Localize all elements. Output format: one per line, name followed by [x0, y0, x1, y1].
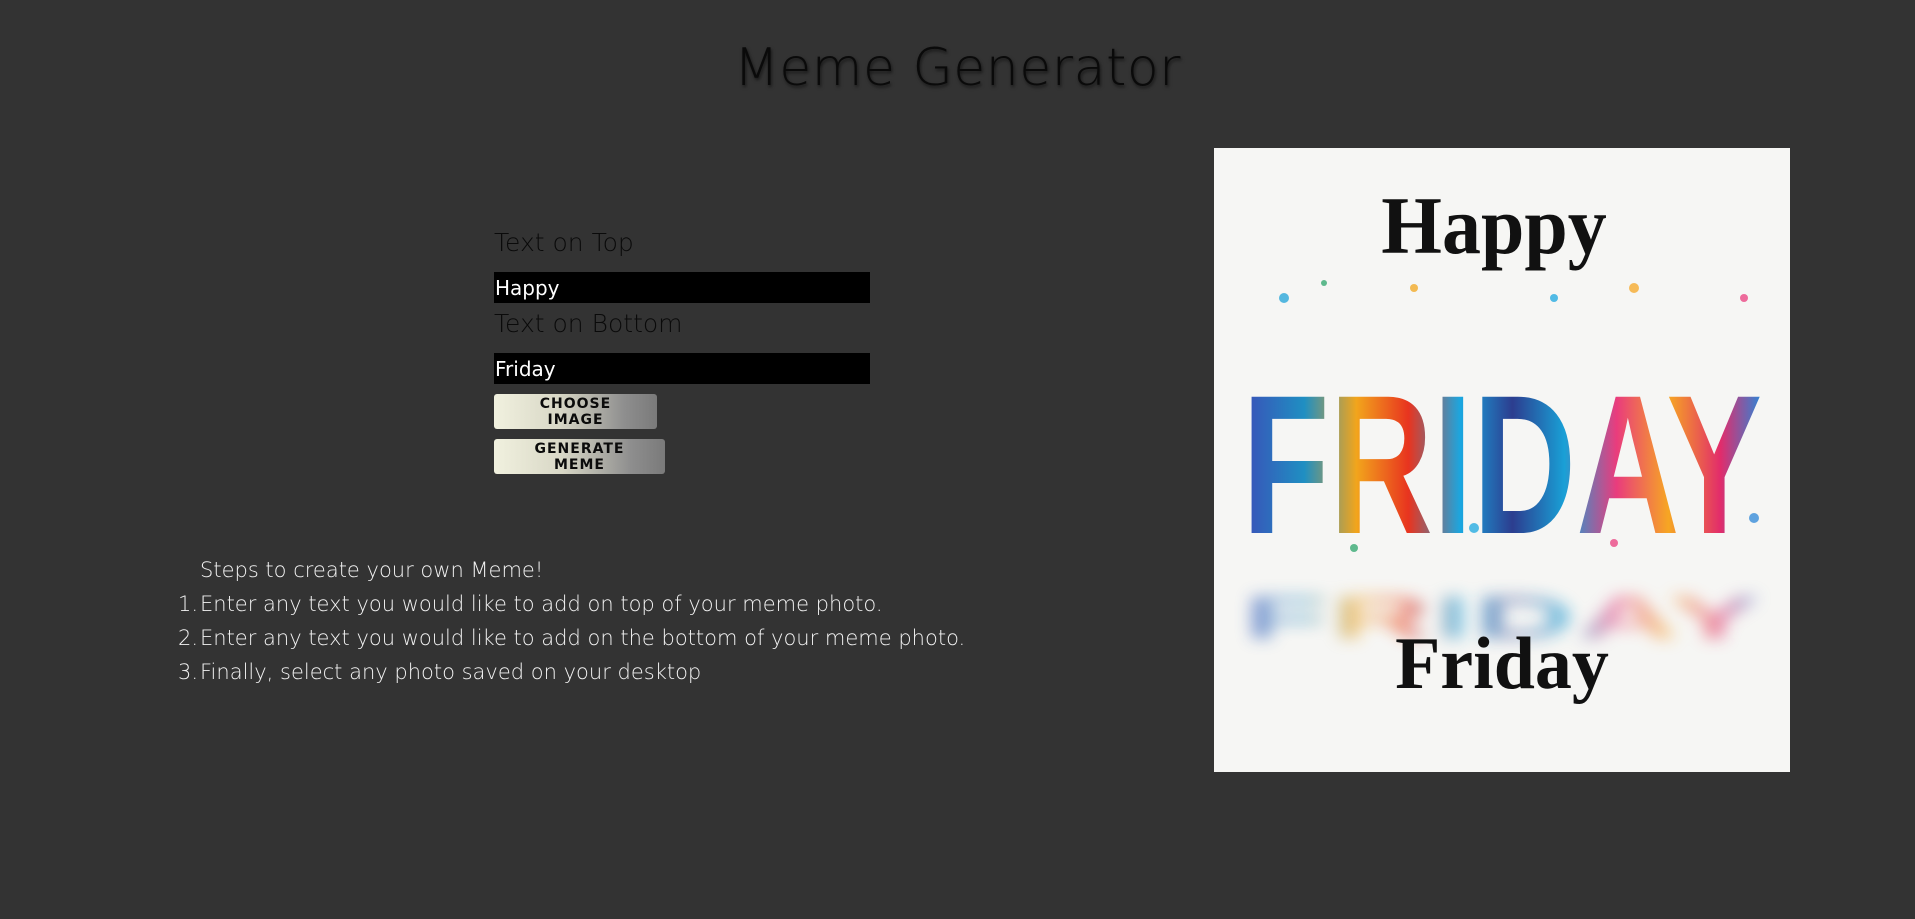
- meme-image-text: FRIDAY: [1242, 354, 1762, 575]
- list-item: 2. Enter any text you would like to add …: [178, 621, 966, 655]
- page: Meme Generator Text on Top Text on Botto…: [0, 0, 1915, 919]
- step-text: Enter any text you would like to add on …: [200, 626, 966, 650]
- top-text-input[interactable]: [494, 272, 870, 303]
- step-text: Finally, select any photo saved on your …: [200, 660, 702, 684]
- meme-top-text: Happy: [1381, 181, 1606, 271]
- meme-form: Text on Top Text on Bottom CHOOSE IMAGE …: [494, 226, 874, 474]
- step-number: 2.: [177, 626, 198, 650]
- bottom-text-input[interactable]: [494, 353, 870, 384]
- meme-canvas: Happy FRIDAY FRIDAY Friday: [1242, 181, 1762, 705]
- generate-meme-button[interactable]: GENERATE MEME: [494, 439, 665, 474]
- meme-bottom-text: Friday: [1395, 623, 1609, 705]
- steps-heading: Steps to create your own Meme!: [200, 558, 544, 582]
- list-item: 3. Finally, select any photo saved on yo…: [178, 655, 965, 689]
- step-number: 3.: [177, 660, 198, 684]
- step-number: 1.: [177, 592, 198, 616]
- top-text-label: Text on Top: [494, 228, 634, 257]
- page-title: Meme Generator: [733, 38, 1182, 98]
- steps-list: 1. Enter any text you would like to add …: [178, 587, 966, 689]
- list-item: 1. Enter any text you would like to add …: [178, 587, 965, 621]
- step-text: Enter any text you would like to add on …: [200, 592, 883, 616]
- meme-preview: Happy FRIDAY FRIDAY Friday: [1214, 148, 1790, 772]
- bottom-text-label: Text on Bottom: [494, 309, 683, 338]
- choose-image-button[interactable]: CHOOSE IMAGE: [494, 394, 657, 429]
- instructions: Steps to create your own Meme! 1. Enter …: [178, 553, 966, 689]
